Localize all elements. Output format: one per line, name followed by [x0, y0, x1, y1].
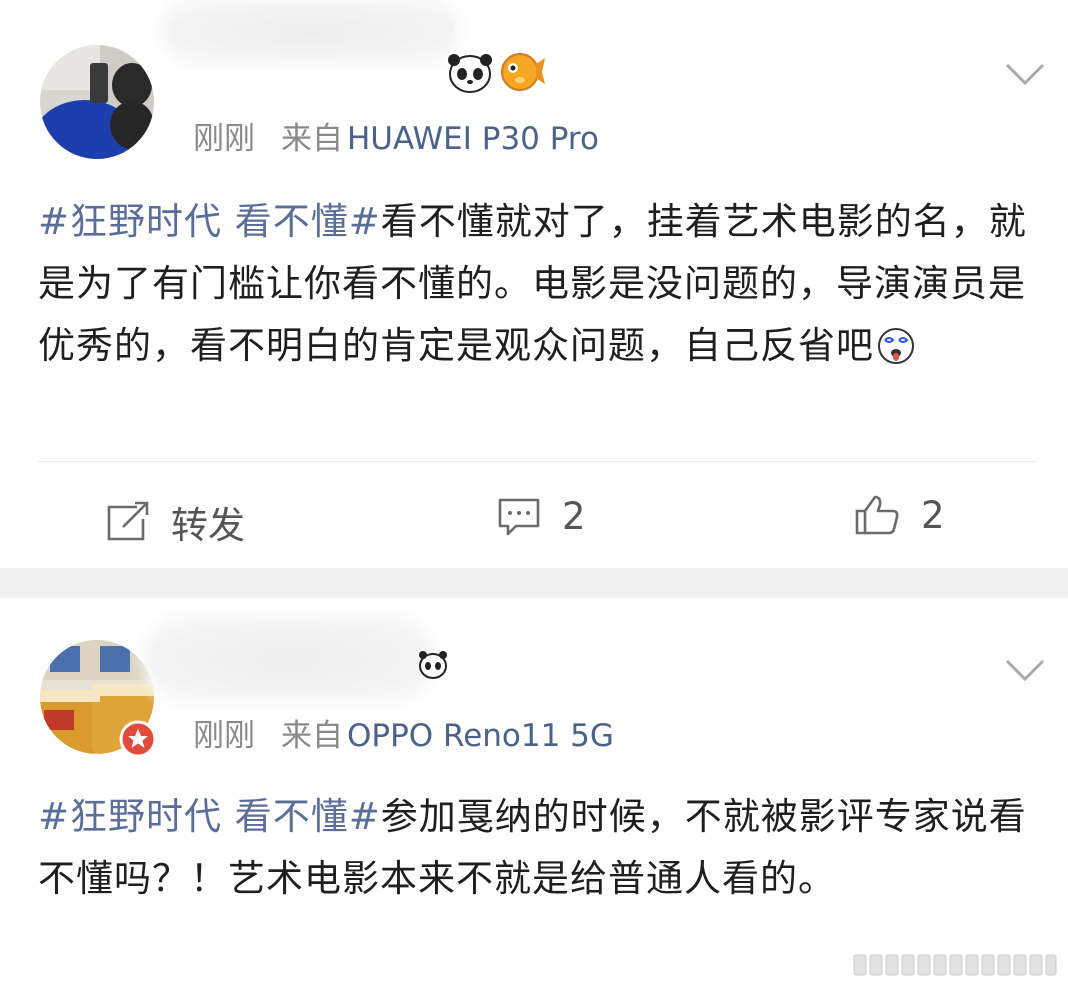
- post-meta: 刚刚 来自 OPPO Reno11 5G: [193, 716, 614, 756]
- chevron-down-icon[interactable]: [1005, 658, 1045, 682]
- post-content: #狂野时代 看不懂#看不懂就对了，挂着艺术电影的名，就是为了有门槛让你看不懂的。…: [38, 191, 1038, 385]
- post-separator: [0, 568, 1068, 598]
- panda-emoji-icon: [448, 52, 492, 98]
- repost-label: 转发: [171, 504, 245, 547]
- source-label: 来自: [281, 121, 343, 157]
- comment-icon: [498, 498, 540, 535]
- post-content: #狂野时代 看不懂#参加戛纳的时候，不就被影评专家说看不懂吗？！艺术电影本来不就…: [38, 786, 1038, 910]
- repost-button[interactable]: 转发: [105, 495, 245, 549]
- source-label: 来自: [281, 718, 343, 754]
- weibo-post-1: 刚刚 来自 HUAWEI P30 Pro #狂野时代 看不懂#看不懂就对了，挂着艺术…: [0, 0, 1068, 568]
- comment-button[interactable]: 2: [496, 495, 586, 538]
- username-redacted[interactable]: [168, 4, 454, 58]
- device-name[interactable]: HUAWEI P30 Pro: [347, 121, 599, 157]
- pufferfish-emoji-icon: [498, 50, 546, 98]
- red-verified-badge-icon: [119, 720, 157, 762]
- dizzy-face-emoji-icon: [876, 323, 916, 385]
- username-redacted[interactable]: [150, 622, 428, 696]
- post-time: 刚刚: [193, 718, 255, 754]
- like-icon: [855, 495, 899, 535]
- comment-count: 2: [562, 495, 586, 538]
- like-count: 2: [921, 493, 945, 537]
- panda-emoji-icon: [418, 648, 448, 684]
- weibo-post-2: 刚刚 来自 OPPO Reno11 5G #狂野时代 看不懂#参加戛纳的时候，不就被…: [0, 598, 1068, 989]
- divider: [38, 461, 1038, 462]
- repost-icon: [107, 501, 149, 541]
- watermark-stripes: [852, 953, 1058, 977]
- user-avatar[interactable]: [40, 45, 154, 159]
- topic-link[interactable]: #狂野时代 看不懂#: [38, 200, 381, 243]
- post-meta: 刚刚 来自 HUAWEI P30 Pro: [193, 119, 599, 159]
- post-time: 刚刚: [193, 121, 255, 157]
- like-button[interactable]: 2: [853, 493, 945, 537]
- topic-link[interactable]: #狂野时代 看不懂#: [38, 795, 381, 838]
- device-name[interactable]: OPPO Reno11 5G: [347, 718, 614, 754]
- chevron-down-icon[interactable]: [1005, 62, 1045, 86]
